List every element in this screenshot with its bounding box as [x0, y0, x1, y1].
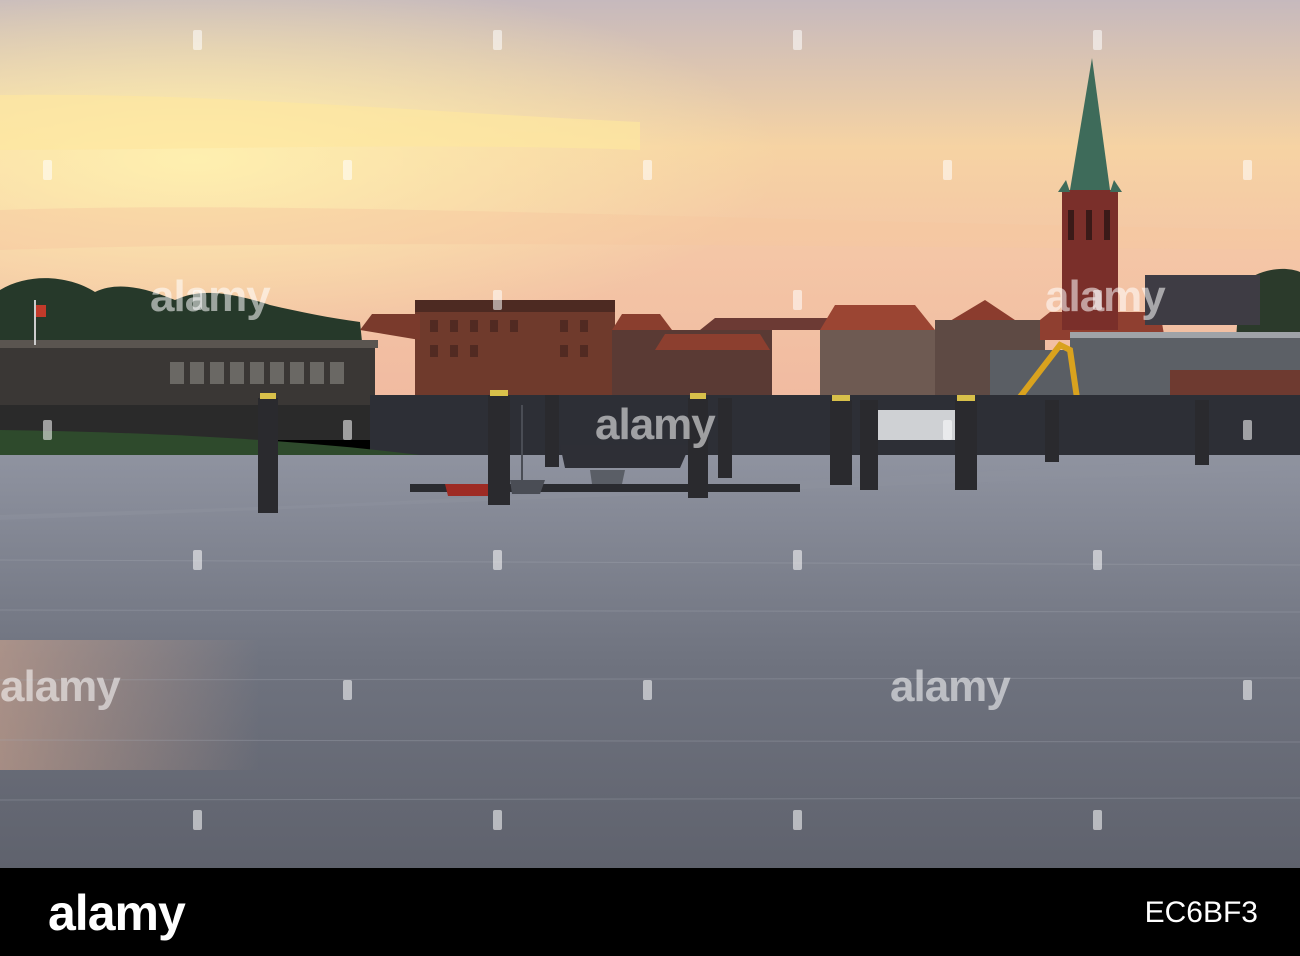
- small-boat: [590, 470, 625, 484]
- watermark-mark: [1243, 420, 1252, 440]
- watermark-mark: [493, 810, 502, 830]
- brand-logo: alamy: [48, 885, 186, 941]
- watermark-mark: [193, 810, 202, 830]
- watermark-mark: [343, 420, 352, 440]
- watermark-text: alamy: [150, 272, 271, 321]
- watermark-text: alamy: [595, 400, 716, 449]
- watermark-mark: [193, 290, 202, 310]
- watermark-mark: [343, 160, 352, 180]
- watermark-text: alamy: [0, 662, 121, 711]
- watermark-mark: [793, 30, 802, 50]
- footer-bar: alamy EC6BF3: [0, 868, 1300, 956]
- watermark-mark: [343, 680, 352, 700]
- watermark-text: alamy: [890, 662, 1011, 711]
- small-boat: [510, 480, 545, 494]
- house-roof: [700, 318, 840, 330]
- watermark-mark: [493, 550, 502, 570]
- watermark-mark: [1093, 290, 1102, 310]
- watermark-mark: [793, 810, 802, 830]
- watermark-text: alamy: [1045, 272, 1166, 321]
- image-id: EC6BF3: [1144, 896, 1258, 929]
- watermark-mark: [493, 290, 502, 310]
- watermark-mark: [943, 420, 952, 440]
- watermark-mark: [643, 680, 652, 700]
- watermark-mark: [193, 550, 202, 570]
- watermark-mark: [493, 30, 502, 50]
- stock-photo-frame: alamy alamy alamy alamy alamy alamy EC6B…: [0, 0, 1300, 956]
- watermark-mark: [43, 160, 52, 180]
- watermark-mark: [193, 30, 202, 50]
- watermark-mark: [643, 160, 652, 180]
- watermark-mark: [793, 550, 802, 570]
- house-roof: [655, 334, 770, 350]
- watermark-mark: [1093, 810, 1102, 830]
- watermark-mark: [1243, 680, 1252, 700]
- house-roof: [820, 305, 935, 330]
- watermark-mark: [1243, 160, 1252, 180]
- watermark-mark: [943, 160, 952, 180]
- watermark-mark: [793, 290, 802, 310]
- town-houses: [820, 330, 940, 400]
- watermark-mark: [43, 420, 52, 440]
- watermark-mark: [1093, 550, 1102, 570]
- small-boat: [445, 484, 490, 496]
- watermark-mark: [1093, 30, 1102, 50]
